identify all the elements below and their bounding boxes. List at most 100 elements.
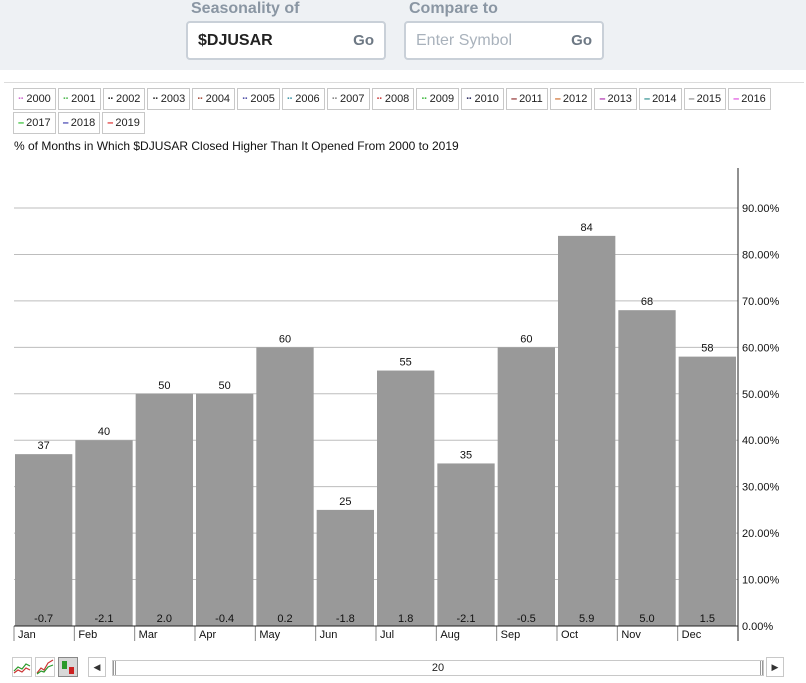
bar-value-label: 50 <box>219 380 231 392</box>
avg-return-label: 1.8 <box>398 613 413 625</box>
compare-go-button[interactable]: Go <box>571 32 592 49</box>
legend-swatch: – <box>733 93 739 105</box>
y-tick-label: 90.00% <box>742 203 780 215</box>
avg-return-label: -0.4 <box>215 613 234 625</box>
legend-item-2018[interactable]: –2018 <box>57 112 101 134</box>
bar-chart-icon[interactable] <box>58 657 78 677</box>
legend-swatch: ·· <box>466 93 472 105</box>
legend-item-2008[interactable]: ·· 2008 <box>371 88 415 110</box>
bar <box>196 393 254 626</box>
legend-swatch: ·· <box>242 93 248 105</box>
y-tick-label: 70.00% <box>742 296 780 308</box>
compare-search-box: Go <box>404 21 604 60</box>
bar-value-label: 60 <box>279 333 291 345</box>
legend-label: 2005 <box>250 93 275 105</box>
scroll-right-button[interactable]: ▶ <box>766 657 784 677</box>
bar <box>437 463 495 626</box>
x-tick-label: May <box>259 629 280 641</box>
avg-return-label: -2.1 <box>457 613 476 625</box>
legend-label: 2003 <box>160 93 186 105</box>
compare-symbol-input[interactable] <box>416 32 556 50</box>
legend-item-2000[interactable]: ·· 2000 <box>13 88 56 110</box>
legend-item-2011[interactable]: –2011 <box>505 88 548 110</box>
legend-item-2015[interactable]: –2015 <box>683 88 727 110</box>
bar <box>618 310 676 626</box>
range-slider-track[interactable]: 20 <box>112 660 764 676</box>
legend-label: 2002 <box>115 93 141 105</box>
legend-label: 2017 <box>26 117 51 129</box>
seasonality-go-button[interactable]: Go <box>353 32 374 49</box>
avg-return-label: 1.5 <box>700 613 715 625</box>
bar <box>316 509 374 626</box>
bar <box>15 454 73 626</box>
range-value: 20 <box>431 662 445 674</box>
legend-item-2004[interactable]: ·· 2004 <box>192 88 236 110</box>
bar-value-label: 55 <box>400 357 412 369</box>
avg-return-label: -0.7 <box>34 613 53 625</box>
seasonality-label: Seasonality of <box>191 0 300 17</box>
legend-label: 2001 <box>71 93 96 105</box>
legend-label: 2018 <box>70 117 96 129</box>
x-tick-label: Nov <box>621 629 641 641</box>
legend-item-2006[interactable]: ·· 2006 <box>281 88 325 110</box>
performance-chart-icon[interactable] <box>35 657 55 677</box>
legend-item-2017[interactable]: –2017 <box>13 112 56 134</box>
legend-item-2007[interactable]: ·· 2007 <box>326 88 370 110</box>
legend-label: 2008 <box>384 93 410 105</box>
legend-item-2005[interactable]: ·· 2005 <box>237 88 280 110</box>
legend-swatch: – <box>18 117 24 129</box>
bar-value-label: 35 <box>460 449 472 461</box>
year-legend: ·· 2000 ·· 2001 ·· 2002 ·· 2003 ·· 2004 ·· 2005 ·· 20… <box>13 88 793 136</box>
legend-swatch: ·· <box>152 93 158 105</box>
legend-item-2002[interactable]: ·· 2002 <box>102 88 146 110</box>
legend-item-2001[interactable]: ·· 2001 <box>57 88 101 110</box>
x-tick-label: Mar <box>139 629 158 641</box>
y-tick-label: 30.00% <box>742 482 780 494</box>
y-tick-label: 50.00% <box>742 389 780 401</box>
seasonality-bar-chart: 0.00% 10.00% 20.00% 30.00% 40.00% 50.00% 60.00… <box>13 168 780 641</box>
line-chart-icon[interactable] <box>12 657 32 677</box>
legend-item-2012[interactable]: –2012 <box>549 88 593 110</box>
bar <box>135 393 193 626</box>
legend-swatch: – <box>688 93 695 105</box>
legend-label: 2009 <box>429 93 455 105</box>
legend-item-2009[interactable]: ·· 2009 <box>416 88 460 110</box>
search-header: Seasonality of Go Compare to Go <box>0 0 806 70</box>
x-tick-label: Sep <box>501 629 521 641</box>
legend-swatch: ·· <box>421 93 427 105</box>
x-tick-label: Aug <box>440 629 460 641</box>
legend-swatch: – <box>107 117 113 129</box>
seasonality-symbol-input[interactable] <box>198 32 338 50</box>
legend-label: 2007 <box>340 93 365 105</box>
range-slider-thumb[interactable]: 20 <box>113 661 763 675</box>
legend-swatch: ·· <box>18 93 24 105</box>
y-tick-label: 20.00% <box>742 528 780 540</box>
legend-label: 2004 <box>205 93 231 105</box>
x-tick-label: Apr <box>199 629 216 641</box>
legend-swatch: – <box>510 93 517 105</box>
compare-label: Compare to <box>409 0 498 17</box>
bar <box>377 370 435 626</box>
legend-swatch: ·· <box>107 93 114 105</box>
legend-item-2013[interactable]: –2013 <box>594 88 637 110</box>
legend-label: 2013 <box>607 93 632 105</box>
legend-item-2019[interactable]: –2019 <box>102 112 145 134</box>
bar-value-label: 84 <box>581 222 593 234</box>
chart-panel: ·· 2000 ·· 2001 ·· 2002 ·· 2003 ·· 2004 ·· 2005 ·· 20… <box>4 82 804 682</box>
legend-swatch: ·· <box>197 93 203 105</box>
bar <box>256 347 314 626</box>
x-tick-label: Jan <box>18 629 36 641</box>
legend-label: 2010 <box>474 93 499 105</box>
y-tick-label: 60.00% <box>742 342 780 354</box>
scroll-left-button[interactable]: ◀ <box>88 657 106 677</box>
legend-item-2003[interactable]: ·· 2003 <box>147 88 191 110</box>
x-tick-label: Feb <box>78 629 97 641</box>
avg-return-label: -0.5 <box>517 613 536 625</box>
legend-item-2010[interactable]: ·· 2010 <box>461 88 504 110</box>
bar-value-label: 60 <box>520 333 532 345</box>
legend-label: 2019 <box>115 117 140 129</box>
legend-label: 2015 <box>696 93 722 105</box>
legend-label: 2011 <box>519 93 543 105</box>
legend-item-2016[interactable]: –2016 <box>728 88 771 110</box>
legend-item-2014[interactable]: –2014 <box>638 88 682 110</box>
